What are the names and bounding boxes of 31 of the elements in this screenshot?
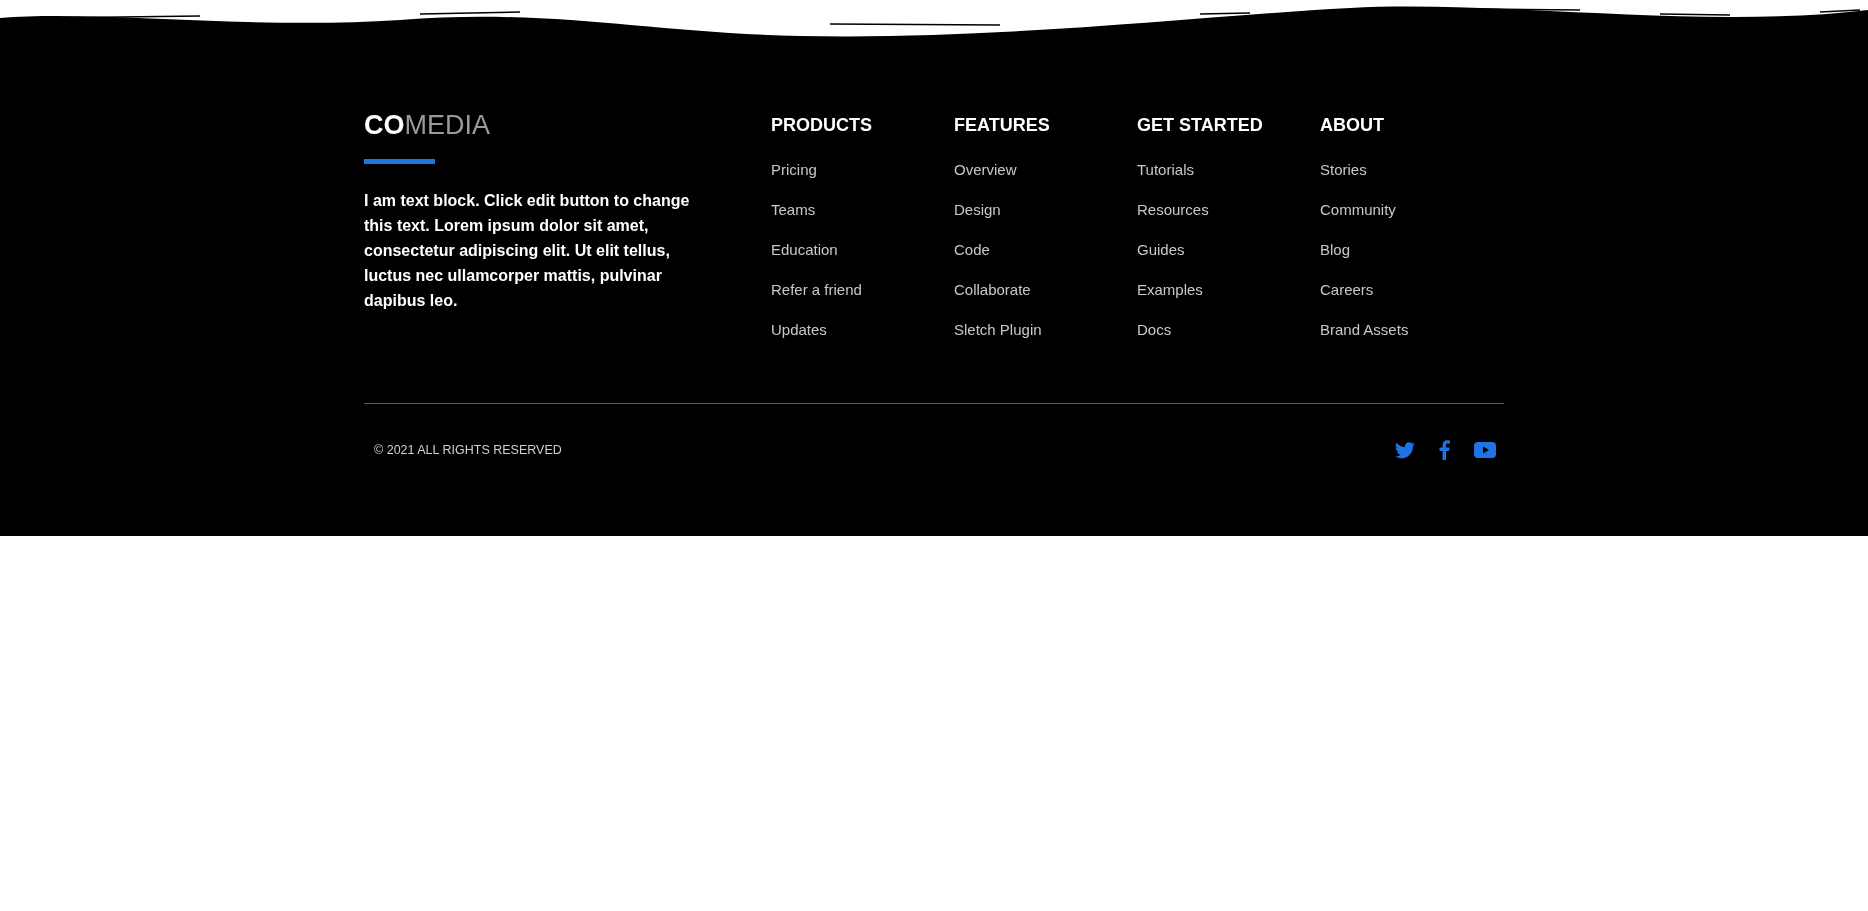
footer-link[interactable]: Refer a friend bbox=[771, 280, 862, 299]
column-heading: GET STARTED bbox=[1137, 114, 1264, 137]
footer-link[interactable]: Education bbox=[771, 240, 838, 259]
column-heading: ABOUT bbox=[1320, 114, 1385, 137]
footer-link[interactable]: Community bbox=[1320, 200, 1396, 219]
about-paragraph: I am text block. Click edit button to change this text. Lorem ipsum dolor sit amet, consectetur adipiscing elit. Ut elit tellus, luctus nec ullamcorper mattis, pulvinar dapibus leo. bbox=[364, 191, 691, 311]
footer-link[interactable]: Updates bbox=[771, 320, 827, 339]
logo-underline bbox=[364, 159, 435, 164]
footer-link[interactable]: Collaborate bbox=[954, 280, 1031, 299]
footer-link[interactable]: Brand Assets bbox=[1320, 320, 1409, 339]
footer-link[interactable]: Guides bbox=[1137, 240, 1185, 259]
logo[interactable]: COMEDIA bbox=[364, 112, 771, 139]
footer-link[interactable]: Docs bbox=[1137, 320, 1172, 339]
footer-link[interactable]: Overview bbox=[954, 160, 1017, 179]
footer-link[interactable]: Careers bbox=[1320, 280, 1374, 299]
column-heading: FEATURES bbox=[954, 114, 1051, 137]
facebook-f-icon[interactable] bbox=[1439, 440, 1450, 460]
footer-link[interactable]: Examples bbox=[1137, 280, 1203, 299]
video-play-icon[interactable] bbox=[1474, 442, 1496, 458]
footer-link[interactable]: Resources bbox=[1137, 200, 1209, 219]
twitter-bird-icon[interactable] bbox=[1395, 441, 1415, 459]
footer-link[interactable]: Stories bbox=[1320, 160, 1367, 179]
footer-link[interactable]: Blog bbox=[1320, 240, 1351, 259]
copyright-text: © 2021 ALL RIGHTS RESERVED bbox=[374, 441, 562, 459]
footer-link[interactable]: Design bbox=[954, 200, 1001, 219]
footer-link[interactable]: Pricing bbox=[771, 160, 817, 179]
footer-link[interactable]: Code bbox=[954, 240, 990, 259]
footer-link[interactable]: Teams bbox=[771, 200, 816, 219]
footer-link[interactable]: Sletch Plugin bbox=[954, 320, 1042, 339]
footer-link[interactable]: Tutorials bbox=[1137, 160, 1194, 179]
column-heading: PRODUCTS bbox=[771, 114, 873, 137]
